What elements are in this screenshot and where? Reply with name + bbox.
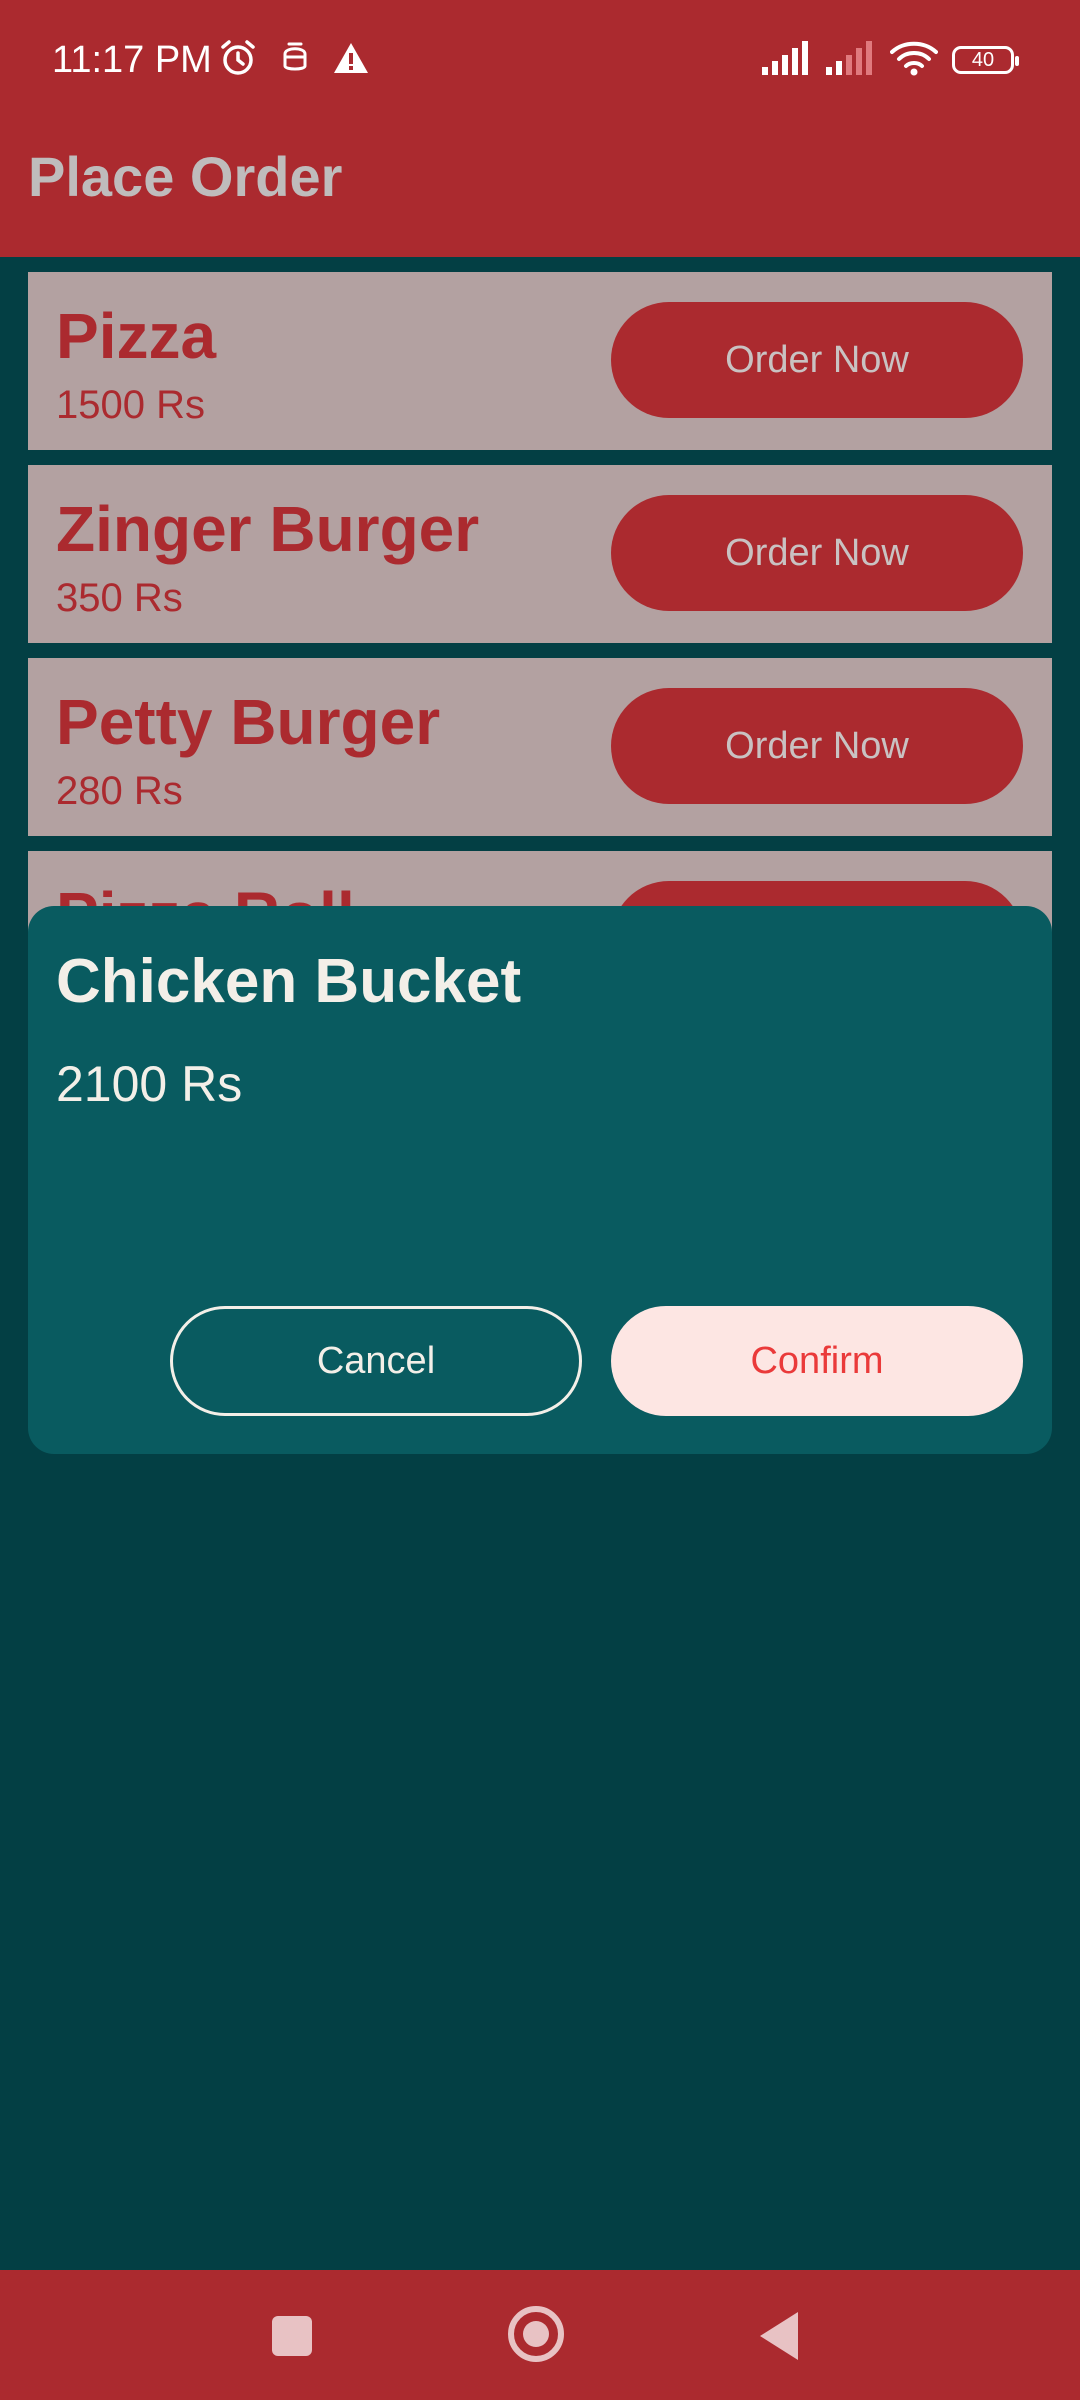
dialog-title: Chicken Bucket — [56, 947, 522, 1016]
item-price: 350 Rs — [56, 576, 183, 620]
cellular-signal-icon — [762, 40, 812, 80]
notification-icon — [280, 40, 310, 81]
status-bar: 11:17 PM 40 — [0, 0, 1080, 120]
page-title: Place Order — [28, 145, 343, 208]
order-confirmation-dialog: Chicken Bucket 2100 Rs Cancel Confirm — [28, 906, 1052, 1454]
wifi-icon — [890, 40, 938, 81]
cancel-button[interactable]: Cancel — [170, 1306, 582, 1416]
back-icon[interactable] — [760, 2312, 798, 2360]
dialog-price: 2100 Rs — [56, 1056, 243, 1112]
battery-icon: 40 — [952, 46, 1019, 74]
confirm-button[interactable]: Confirm — [611, 1306, 1023, 1416]
item-price: 280 Rs — [56, 769, 183, 813]
order-now-button[interactable]: Order Now — [611, 302, 1023, 418]
home-icon[interactable] — [508, 2306, 564, 2362]
alarm-icon — [218, 38, 258, 83]
top-bar: 11:17 PM 40 Place Order — [0, 0, 1080, 257]
menu-item-petty-burger: Petty Burger 280 Rs Order Now — [28, 658, 1052, 836]
navigation-bar — [0, 2270, 1080, 2400]
cellular-signal-2-icon — [826, 40, 876, 80]
item-price: 1500 Rs — [56, 383, 205, 427]
item-name: Zinger Burger — [56, 493, 480, 565]
warning-icon — [332, 40, 370, 81]
item-name: Pizza — [56, 300, 217, 372]
status-time: 11:17 PM — [52, 39, 212, 81]
status-icons-right: 40 — [762, 38, 1019, 82]
status-icons-left — [218, 38, 370, 82]
order-now-button[interactable]: Order Now — [611, 495, 1023, 611]
menu-item-pizza: Pizza 1500 Rs Order Now — [28, 272, 1052, 450]
item-name: Petty Burger — [56, 686, 441, 758]
menu-item-zinger-burger: Zinger Burger 350 Rs Order Now — [28, 465, 1052, 643]
order-now-button[interactable]: Order Now — [611, 688, 1023, 804]
recent-apps-icon[interactable] — [272, 2316, 312, 2356]
